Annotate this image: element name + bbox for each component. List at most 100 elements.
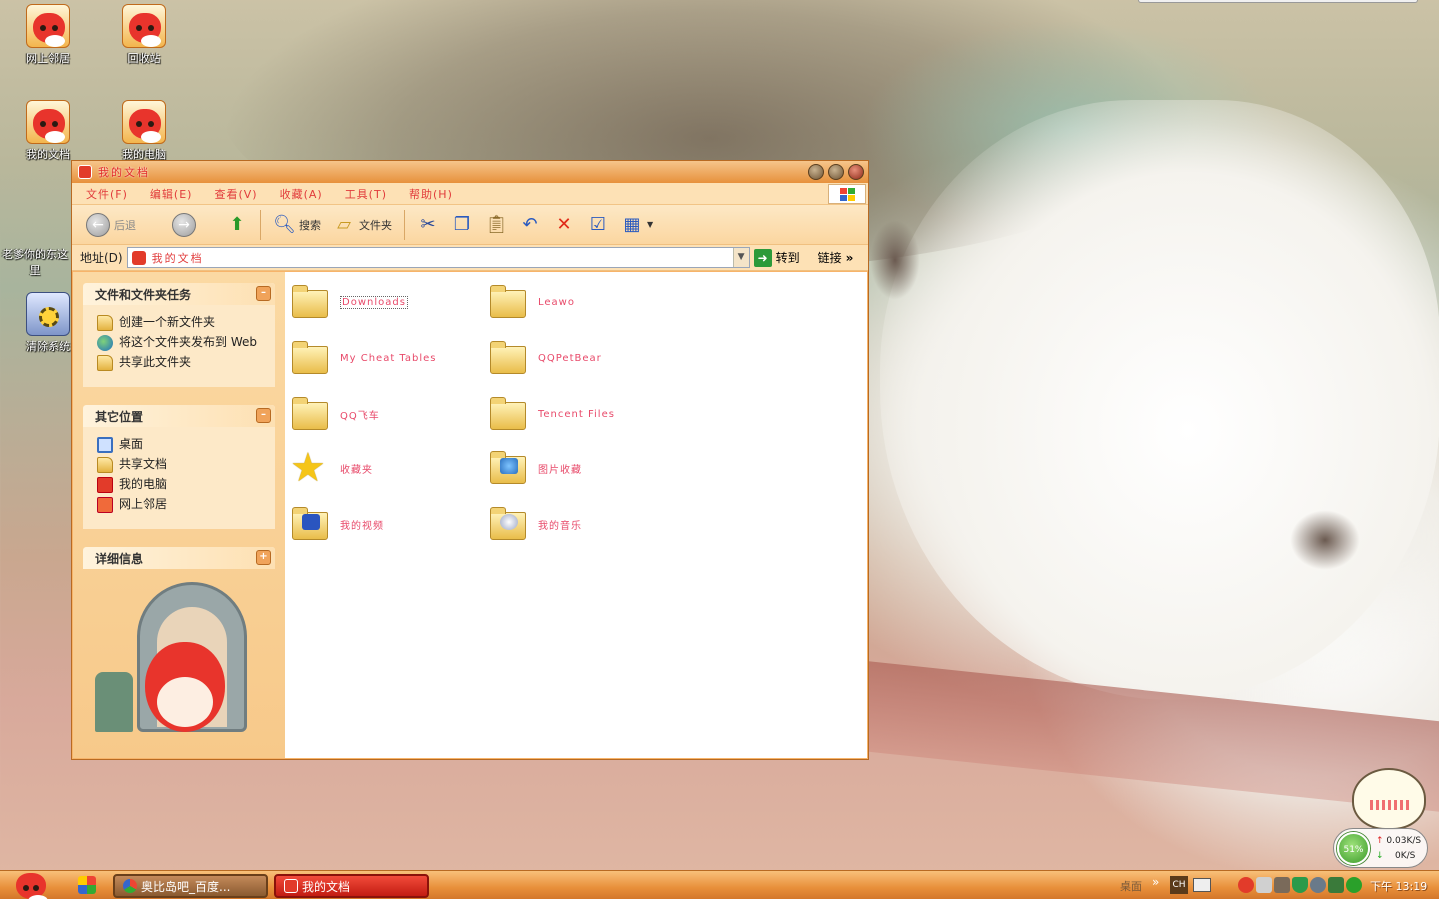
desktop-toolbar-label[interactable]: 桌面 [1120, 878, 1142, 894]
place-desktop[interactable]: 桌面 [97, 437, 265, 453]
network-icon[interactable] [1328, 877, 1344, 893]
cat-mascot-icon[interactable] [1352, 768, 1426, 830]
links-button[interactable]: 链接 [818, 249, 842, 266]
desktop-icon-shortcut[interactable]: 老爹你的东这里 [0, 246, 70, 278]
close-button[interactable] [848, 164, 864, 180]
file-item-music[interactable]: 我的音乐 [488, 504, 678, 544]
task-publish-web[interactable]: 将这个文件夹发布到 Web [97, 335, 265, 351]
collapse-icon[interactable]: – [256, 408, 271, 423]
windows-logo-icon [828, 184, 866, 204]
folder-tree-icon: ▱ [337, 213, 351, 235]
minimize-button[interactable] [808, 164, 824, 180]
maximize-button[interactable] [828, 164, 844, 180]
tray-app-icon[interactable] [1274, 877, 1290, 893]
chevron-right-icon[interactable]: » [846, 251, 854, 265]
menu-tools[interactable]: 工具(T) [345, 186, 387, 202]
desktop-icon-recycle-bin[interactable]: 回收站 [98, 4, 190, 66]
forward-button[interactable]: → [168, 211, 200, 239]
other-places-header[interactable]: 其它位置 – [83, 405, 275, 427]
copy-icon: ❐ [453, 213, 471, 235]
place-label: 我的电脑 [119, 477, 168, 491]
folder-icon [488, 394, 528, 434]
address-field[interactable]: 我的文档 ▼ [126, 247, 750, 268]
clock[interactable]: 下午 13:19 [1370, 878, 1427, 894]
paste-button[interactable]: 📋︎ [481, 212, 511, 238]
menu-file[interactable]: 文件(F) [86, 186, 128, 202]
task-pane: 文件和文件夹任务 – 创建一个新文件夹 将这个文件夹发布到 Web 共享此文件夹… [73, 272, 285, 758]
file-item-videos[interactable]: 我的视频 [290, 504, 480, 544]
chevron-right-icon[interactable]: » [1152, 875, 1159, 889]
start-button[interactable] [14, 873, 48, 899]
file-name: Downloads [340, 295, 408, 309]
toolbar-separator [260, 209, 261, 240]
file-tasks-header[interactable]: 文件和文件夹任务 – [83, 283, 275, 305]
add-icon[interactable] [1346, 877, 1362, 893]
keyboard-icon[interactable] [1193, 878, 1211, 892]
file-name: QQPetBear [538, 352, 602, 364]
volume-icon[interactable] [1256, 877, 1272, 893]
address-dropdown-icon[interactable]: ▼ [732, 248, 749, 267]
desktop-icon-my-computer[interactable]: 我的电脑 [98, 100, 190, 162]
task-new-folder[interactable]: 创建一个新文件夹 [97, 315, 265, 331]
place-label: 桌面 [119, 437, 144, 451]
ime-indicator[interactable]: CH [1170, 876, 1188, 894]
task-button-browser[interactable]: 奥比岛吧_百度... [113, 874, 268, 898]
place-network[interactable]: 网上邻居 [97, 497, 265, 513]
file-item-pictures[interactable]: 图片收藏 [488, 448, 678, 488]
file-item-downloads[interactable]: Downloads [290, 282, 480, 322]
task-share-folder[interactable]: 共享此文件夹 [97, 355, 265, 371]
up-folder-button[interactable]: ⬆ [222, 212, 252, 238]
go-button[interactable]: ➜ 转到 [753, 248, 800, 267]
file-item-tencent-files[interactable]: Tencent Files [488, 394, 678, 434]
menu-bar: 文件(F) 编辑(E) 查看(V) 收藏(A) 工具(T) 帮助(H) [72, 183, 868, 205]
wallpaper-cat-pad [870, 220, 920, 300]
menu-help[interactable]: 帮助(H) [409, 186, 453, 202]
desktop-icon-network[interactable]: 网上邻居 [2, 4, 94, 66]
details-header[interactable]: 详细信息 + [83, 547, 275, 569]
file-item-qq-speed[interactable]: QQ飞车 [290, 394, 480, 434]
start-fox-icon [16, 873, 48, 899]
qq-penguin-icon[interactable] [1238, 877, 1254, 893]
task-button-my-documents[interactable]: 我的文档 [274, 874, 429, 898]
back-button[interactable]: ← 后退 [82, 211, 140, 239]
back-arrow-icon: ← [86, 212, 110, 237]
expand-icon[interactable]: + [256, 550, 271, 565]
copy-button[interactable]: ❐ [447, 212, 477, 238]
file-item-leawo[interactable]: Leawo [488, 282, 678, 322]
folder-icon [290, 282, 330, 322]
file-name: QQ飞车 [340, 410, 380, 422]
collapse-icon[interactable]: – [256, 286, 271, 301]
network-monitor[interactable]: 51% ↑ 0.03K/S ↓ 0K/S [1333, 828, 1428, 868]
details-title: 详细信息 [95, 551, 144, 566]
place-my-computer[interactable]: 我的电脑 [97, 477, 265, 493]
delete-button[interactable]: ✕ [549, 212, 579, 238]
fox-door-illustration [85, 582, 277, 752]
undo-button[interactable]: ↶ [515, 212, 545, 238]
menu-edit[interactable]: 编辑(E) [150, 186, 193, 202]
videos-folder-icon [290, 504, 330, 544]
place-shared-docs[interactable]: 共享文档 [97, 457, 265, 473]
folders-label: 文件夹 [359, 218, 392, 232]
file-item-qqpetbear[interactable]: QQPetBear [488, 338, 678, 378]
shield-icon[interactable] [1292, 877, 1308, 893]
properties-button[interactable]: ☑ [583, 212, 613, 238]
forward-arrow-icon: → [172, 212, 196, 237]
file-item-favorites[interactable]: ★ 收藏夹 [290, 448, 480, 488]
desktop-icon-my-documents[interactable]: 我的文档 [2, 100, 94, 162]
cut-button[interactable]: ✂ [413, 212, 443, 238]
file-item-cheat-tables[interactable]: My Cheat Tables [290, 338, 480, 378]
globe-icon [97, 335, 113, 351]
views-button[interactable]: ▦ ▼ [617, 212, 657, 238]
menu-view[interactable]: 查看(V) [214, 186, 257, 202]
folders-button[interactable]: ▱ 文件夹 [329, 212, 396, 238]
go-arrow-icon: ➜ [753, 248, 772, 267]
quicklaunch-icon[interactable] [78, 876, 96, 894]
folder-icon [290, 394, 330, 434]
tray-app-icon[interactable] [1310, 877, 1326, 893]
back-label: 后退 [114, 218, 136, 232]
menu-favorites[interactable]: 收藏(A) [280, 186, 323, 202]
search-button[interactable]: 🔍︎ 搜索 [269, 212, 325, 238]
title-bar[interactable]: 我的文档 [72, 161, 868, 183]
up-arrow-icon: ⬆ [229, 213, 245, 235]
views-grid-icon: ▦ [623, 213, 641, 235]
